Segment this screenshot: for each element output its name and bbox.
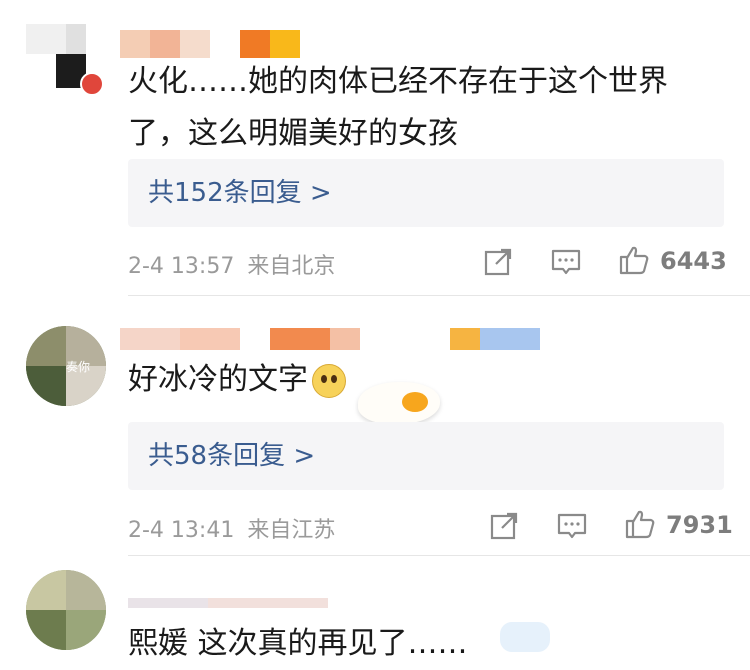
comment-icon[interactable] — [556, 510, 588, 542]
thumbs-up-icon[interactable] — [618, 244, 650, 276]
comment-text-line: 熙媛 这次真的再见了…… — [128, 626, 468, 661]
location-source: 来自北京 — [247, 254, 336, 279]
pleading-face-icon — [312, 363, 346, 398]
comment-text: 火化……她的肉体已经不存在于这个世界 了，这么明媚美好的女孩 — [128, 56, 728, 160]
like-count: 7931 — [666, 511, 733, 539]
comment-text-line: 好冰冷的文字 — [128, 362, 308, 397]
view-replies-button[interactable]: 共152条回复 > — [128, 159, 724, 227]
verified-badge-icon — [80, 72, 104, 94]
share-icon[interactable] — [482, 246, 514, 278]
comment-text-line: 火化……她的肉体已经不存在于这个世界 — [128, 64, 668, 99]
avatar[interactable] — [26, 24, 106, 94]
avatar[interactable] — [26, 570, 106, 650]
avatar[interactable]: 奏你 — [26, 326, 106, 406]
share-icon[interactable] — [488, 510, 520, 542]
timestamp: 2-4 13:57 — [128, 254, 235, 279]
timestamp: 2-4 13:41 — [128, 518, 235, 543]
comment-meta: 2-4 13:57 来自北京 — [128, 248, 335, 280]
like-count: 6443 — [660, 247, 727, 275]
comment-meta: 2-4 13:41 来自江苏 — [128, 512, 335, 544]
username-blurred[interactable] — [120, 328, 540, 350]
avatar-caption: 奏你 — [66, 360, 91, 374]
comment-text: 熙媛 这次真的再见了…… — [128, 618, 728, 670]
username-blurred[interactable] — [120, 30, 310, 58]
comment-text-line: 了，这么明媚美好的女孩 — [128, 116, 458, 151]
comment-item: 奏你 好冰冷的文字 共58条回复 > 2-4 13:41 来自江苏 7931 — [0, 296, 750, 556]
comment-item: 火化……她的肉体已经不存在于这个世界 了，这么明媚美好的女孩 共152条回复 >… — [0, 0, 750, 296]
thumbs-up-icon[interactable] — [624, 508, 656, 540]
view-replies-button[interactable]: 共58条回复 > — [128, 422, 724, 490]
username-blurred[interactable] — [128, 598, 428, 608]
location-source: 来自江苏 — [247, 518, 336, 543]
sticker-icon — [500, 622, 550, 652]
fried-egg-sticker-icon — [358, 382, 440, 424]
comment-item: 熙媛 这次真的再见了…… — [0, 556, 750, 661]
comment-icon[interactable] — [550, 246, 582, 278]
